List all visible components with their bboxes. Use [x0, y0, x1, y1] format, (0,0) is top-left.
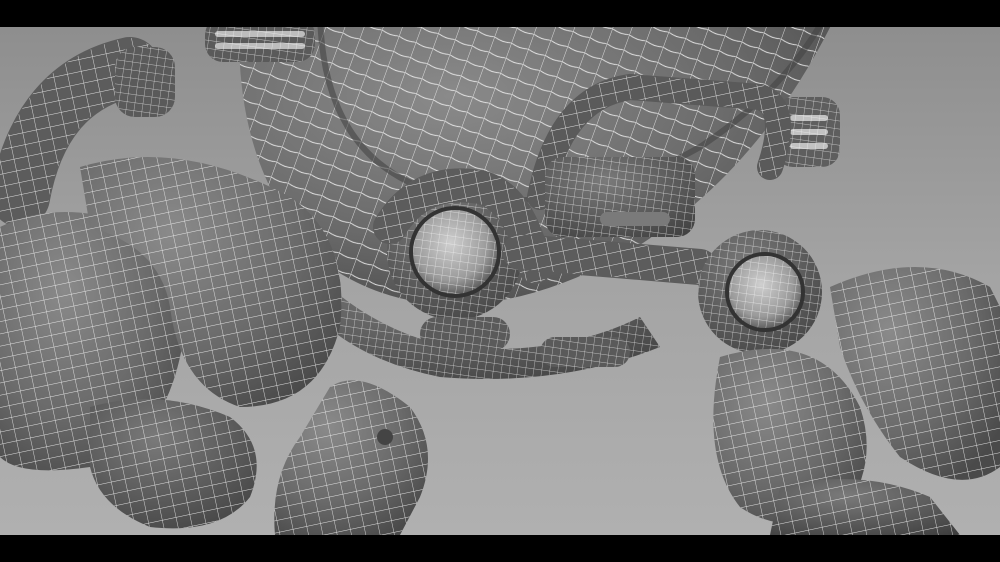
render-viewport [0, 27, 1000, 535]
letterbox-bottom [0, 535, 1000, 562]
letterbox-top [0, 0, 1000, 27]
headlight-right [698, 230, 822, 354]
control-box [545, 157, 695, 237]
vent-top-left [205, 27, 315, 62]
